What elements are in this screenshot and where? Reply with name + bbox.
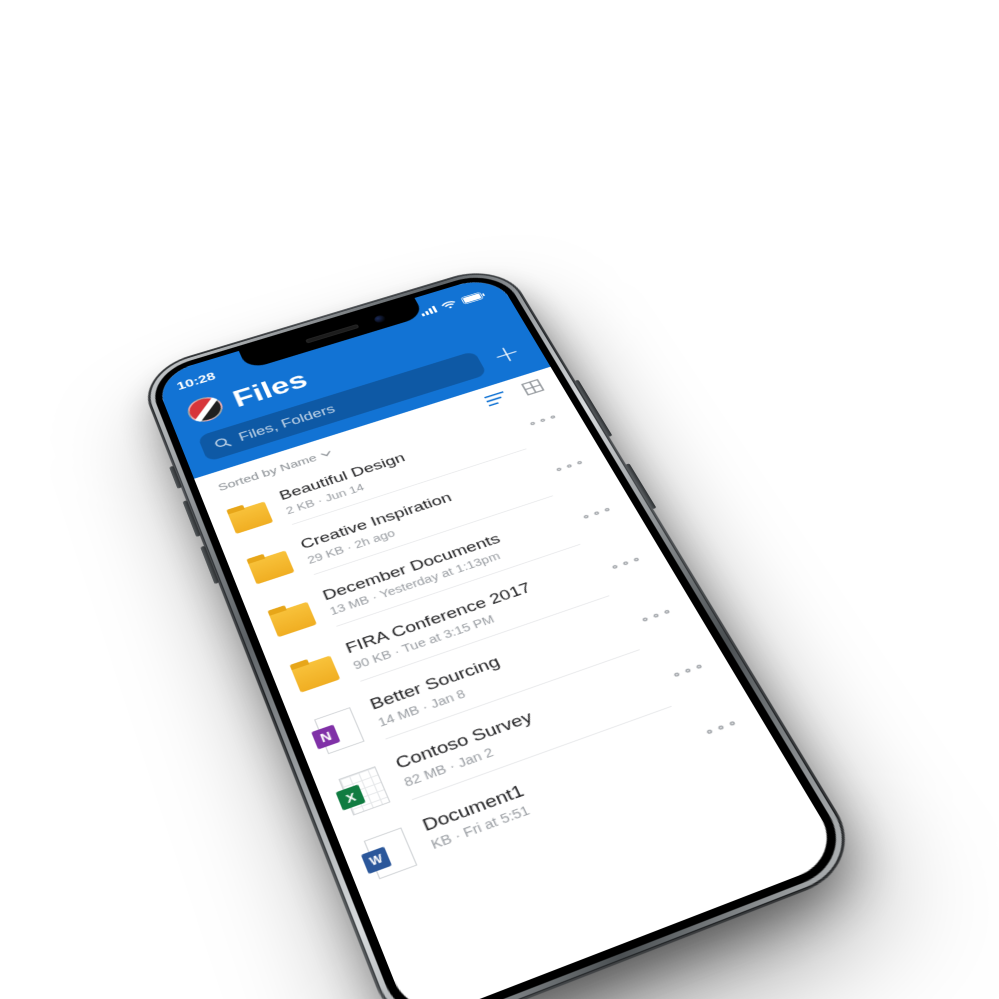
folder-icon	[288, 651, 342, 696]
excel-icon	[336, 766, 394, 816]
front-camera	[373, 314, 386, 323]
more-button[interactable]: ∘∘∘	[701, 714, 749, 749]
more-button[interactable]: ∘∘∘	[668, 657, 714, 691]
device-frame: 10:28	[136, 262, 870, 999]
onenote-icon	[312, 707, 368, 755]
more-button[interactable]: ∘∘∘	[637, 603, 682, 635]
